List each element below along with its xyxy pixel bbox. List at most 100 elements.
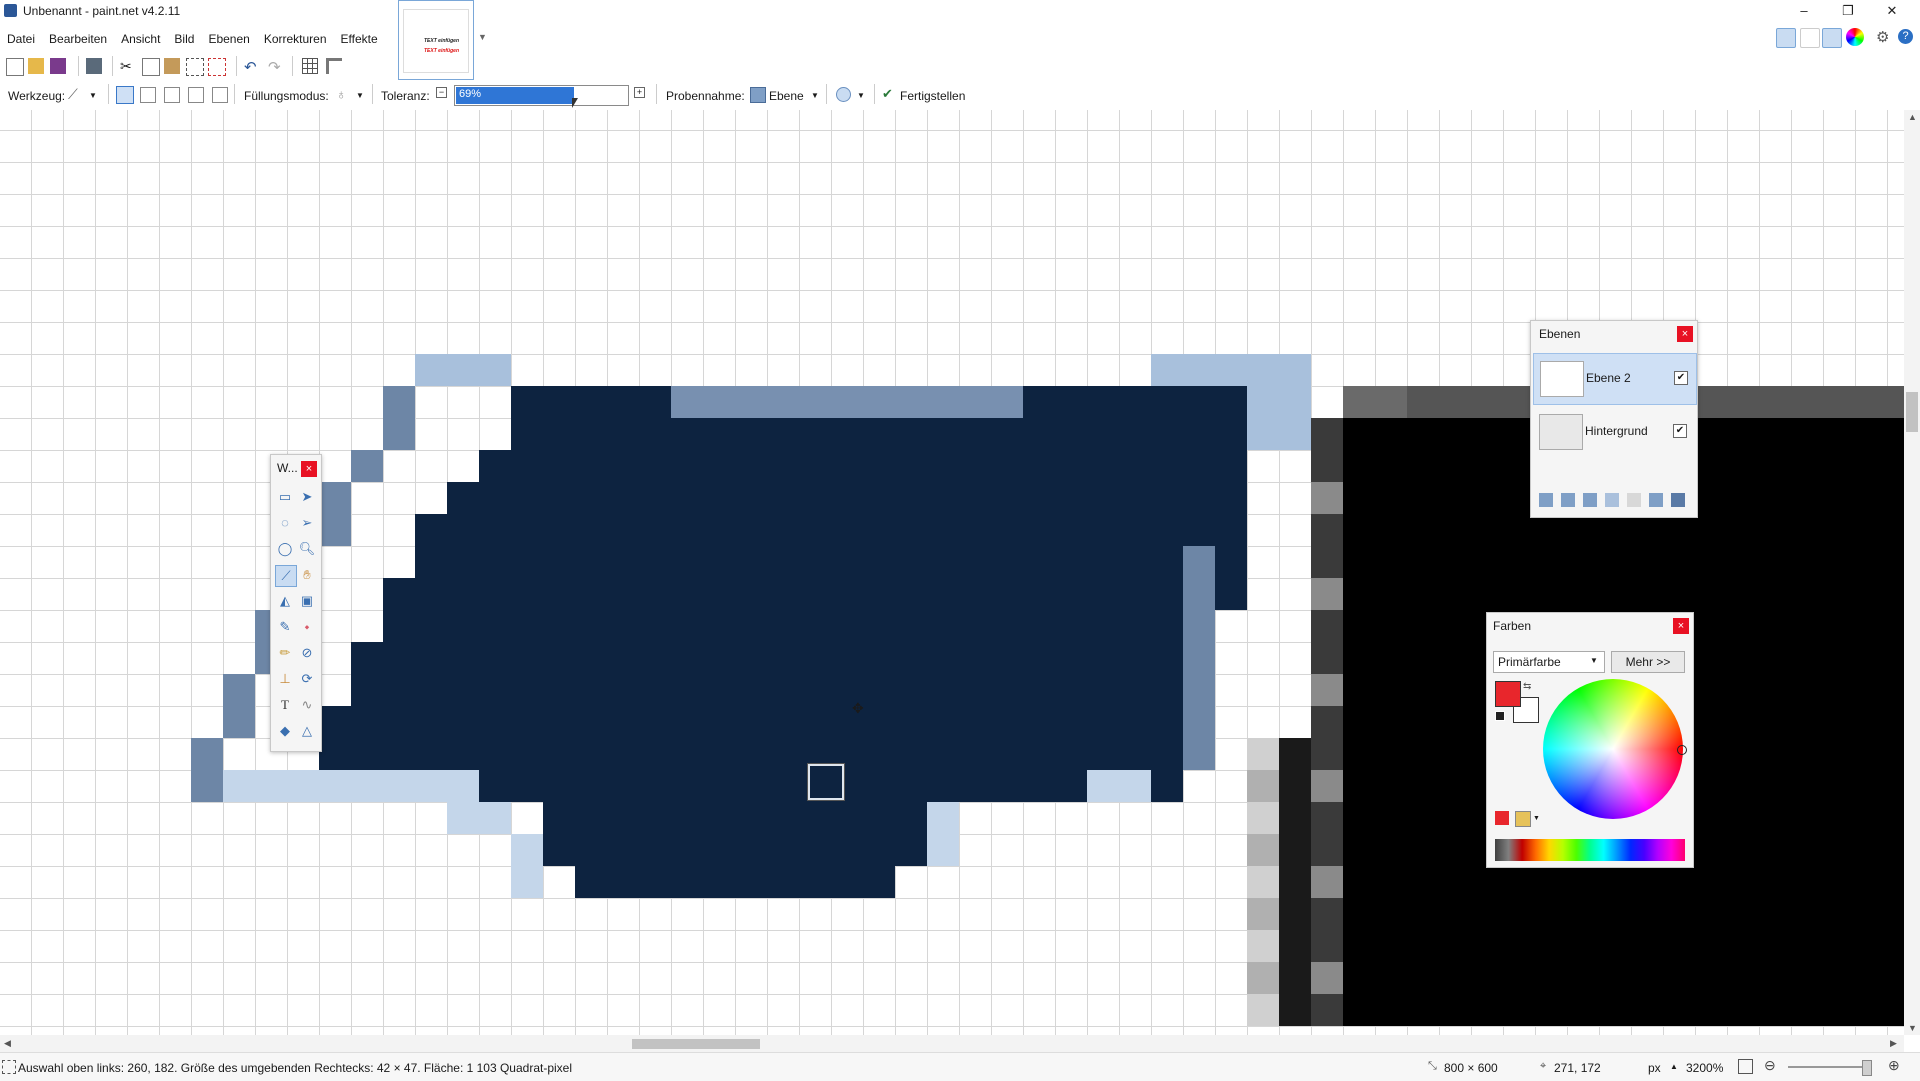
chevron-down-icon[interactable]: ▼ bbox=[478, 32, 487, 42]
zoom-slider[interactable] bbox=[1788, 1066, 1872, 1068]
layers-window-toggle-icon[interactable] bbox=[1822, 28, 1842, 48]
paint-bucket-icon[interactable]: ◭ bbox=[275, 591, 295, 611]
swap-colors-icon[interactable]: ⇆ bbox=[1523, 681, 1531, 692]
layer-sampling-icon[interactable] bbox=[750, 87, 766, 103]
finish-button[interactable]: Fertigstellen bbox=[900, 89, 965, 103]
reset-colors-icon[interactable] bbox=[1495, 711, 1505, 721]
layer-properties-icon[interactable] bbox=[1671, 493, 1685, 507]
unit-selector[interactable]: px bbox=[1648, 1061, 1661, 1075]
paintnet-app-icon[interactable] bbox=[4, 4, 17, 17]
colors-panel-close-button[interactable]: × bbox=[1673, 618, 1689, 634]
magic-wand-tool-icon[interactable]: ⟋ bbox=[275, 565, 297, 587]
undo-icon[interactable]: ↶ bbox=[244, 58, 260, 76]
history-window-toggle-icon[interactable] bbox=[1800, 28, 1820, 48]
color-palette[interactable] bbox=[1495, 839, 1685, 861]
shape-triangle-icon[interactable]: △ bbox=[297, 721, 317, 741]
ellipse-select-icon[interactable]: ◯ bbox=[275, 539, 295, 559]
zoom-icon[interactable]: 🔍︎ bbox=[297, 539, 317, 559]
horizontal-scrollbar-thumb[interactable] bbox=[632, 1039, 760, 1049]
color-picker-icon[interactable]: ⊘ bbox=[297, 643, 317, 663]
grid-icon[interactable] bbox=[302, 58, 318, 74]
delete-layer-icon[interactable] bbox=[1561, 493, 1575, 507]
gear-icon[interactable]: ⚙ bbox=[1876, 28, 1889, 46]
vertical-scrollbar[interactable] bbox=[1904, 110, 1920, 1035]
move-selected-pixels-icon[interactable]: ➤ bbox=[297, 487, 317, 507]
move-selection-icon[interactable]: ➢ bbox=[297, 513, 317, 533]
eraser-icon[interactable]: ⬩ bbox=[297, 617, 317, 637]
chevron-down-icon[interactable]: ▼ bbox=[89, 91, 97, 100]
pencil-icon[interactable]: ✏︎ bbox=[275, 643, 295, 663]
document-thumbnail[interactable]: TEXT einfügen TEXT einfügen bbox=[398, 0, 474, 80]
palette-add-icon[interactable] bbox=[1495, 811, 1509, 825]
text-tool-icon[interactable]: T bbox=[275, 695, 295, 715]
rectangle-select-icon[interactable]: ▭ bbox=[275, 487, 295, 507]
merge-layer-icon[interactable] bbox=[1605, 493, 1619, 507]
lightbulb-icon[interactable]: ♁ bbox=[336, 86, 347, 102]
selection-mode-replace-icon[interactable] bbox=[116, 86, 134, 104]
zoom-out-icon[interactable]: ⊖ bbox=[1764, 1057, 1776, 1074]
pan-hand-icon[interactable]: ✋︎ bbox=[297, 565, 317, 585]
menu-bild[interactable]: Bild bbox=[167, 24, 201, 54]
scroll-right-arrow-icon[interactable]: ▶ bbox=[1890, 1038, 1897, 1049]
menu-korrekturen[interactable]: Korrekturen bbox=[257, 24, 334, 54]
color-wheel-handle[interactable] bbox=[1677, 745, 1687, 755]
color-wheel[interactable] bbox=[1543, 679, 1683, 819]
cut-icon[interactable]: ✂ bbox=[120, 58, 136, 74]
chevron-down-icon[interactable]: ▼ bbox=[811, 91, 819, 100]
zoom-level[interactable]: 3200% bbox=[1686, 1061, 1723, 1075]
lasso-select-icon[interactable]: ◌ bbox=[275, 513, 295, 533]
zoom-slider-thumb[interactable] bbox=[1862, 1060, 1872, 1076]
sampling-value[interactable]: Ebene bbox=[769, 89, 804, 103]
layer-visibility-checkbox[interactable]: ✔ bbox=[1674, 371, 1688, 385]
chevron-down-icon[interactable]: ▼ bbox=[857, 91, 865, 100]
new-file-icon[interactable] bbox=[6, 58, 24, 76]
antialiasing-icon[interactable] bbox=[836, 87, 851, 102]
recolor-icon[interactable]: ⟳ bbox=[297, 669, 317, 689]
clone-stamp-icon[interactable]: ⊥ bbox=[275, 669, 295, 689]
selection-mode-intersect-icon[interactable] bbox=[212, 87, 228, 103]
tolerance-increase-icon[interactable]: + bbox=[634, 87, 645, 98]
palette-menu-icon[interactable] bbox=[1515, 811, 1531, 827]
line-curve-icon[interactable]: ∿ bbox=[297, 695, 317, 715]
menu-datei[interactable]: Datei bbox=[0, 24, 42, 54]
menu-effekte[interactable]: Effekte bbox=[334, 24, 385, 54]
scroll-up-arrow-icon[interactable]: ▲ bbox=[1908, 112, 1917, 122]
zoom-in-icon[interactable]: ⊕ bbox=[1888, 1057, 1900, 1074]
menu-ansicht[interactable]: Ansicht bbox=[114, 24, 167, 54]
selection-mode-exclude-icon[interactable] bbox=[164, 87, 180, 103]
layers-panel-close-button[interactable]: × bbox=[1677, 326, 1693, 342]
selection-mode-xor-icon[interactable] bbox=[188, 87, 204, 103]
maximize-button[interactable]: ❐ bbox=[1826, 0, 1870, 22]
print-icon[interactable] bbox=[86, 58, 102, 74]
magic-wand-icon[interactable]: ⟋ bbox=[68, 86, 78, 103]
copy-icon[interactable] bbox=[142, 58, 160, 76]
tolerance-decrease-icon[interactable]: − bbox=[436, 87, 447, 98]
move-layer-down-icon[interactable] bbox=[1649, 493, 1663, 507]
tools-window-toggle-icon[interactable] bbox=[1776, 28, 1796, 48]
colors-window-toggle-icon[interactable] bbox=[1846, 28, 1864, 46]
layer-row-hintergrund[interactable]: Hintergrund ✔ bbox=[1533, 407, 1695, 457]
layer-visibility-checkbox[interactable]: ✔ bbox=[1673, 424, 1687, 438]
deselect-icon[interactable] bbox=[208, 58, 226, 76]
zoom-fit-icon[interactable] bbox=[1738, 1059, 1753, 1074]
move-layer-up-icon[interactable] bbox=[1627, 493, 1641, 507]
selection-mode-union-icon[interactable] bbox=[140, 87, 156, 103]
menu-ebenen[interactable]: Ebenen bbox=[201, 24, 256, 54]
layer-row-ebene-2[interactable]: Ebene 2 ✔ bbox=[1533, 353, 1697, 405]
add-layer-icon[interactable] bbox=[1539, 493, 1553, 507]
ruler-icon[interactable] bbox=[326, 58, 342, 74]
vertical-scrollbar-thumb[interactable] bbox=[1906, 392, 1918, 432]
horizontal-scrollbar[interactable] bbox=[0, 1035, 1904, 1052]
open-folder-icon[interactable] bbox=[28, 58, 44, 74]
crop-to-selection-icon[interactable] bbox=[186, 58, 204, 76]
save-icon[interactable] bbox=[50, 58, 66, 74]
menu-bearbeiten[interactable]: Bearbeiten bbox=[42, 24, 114, 54]
chevron-down-icon[interactable]: ▼ bbox=[1533, 815, 1540, 822]
paintbrush-icon[interactable]: ✎ bbox=[275, 617, 295, 637]
shapes-icon[interactable]: ◆ bbox=[275, 721, 295, 741]
minimize-button[interactable]: – bbox=[1782, 0, 1826, 22]
redo-icon[interactable]: ↷ bbox=[268, 58, 284, 76]
color-target-dropdown[interactable]: Primärfarbe ▼ bbox=[1493, 651, 1605, 673]
help-icon[interactable]: ? bbox=[1898, 29, 1913, 44]
duplicate-layer-icon[interactable] bbox=[1583, 493, 1597, 507]
